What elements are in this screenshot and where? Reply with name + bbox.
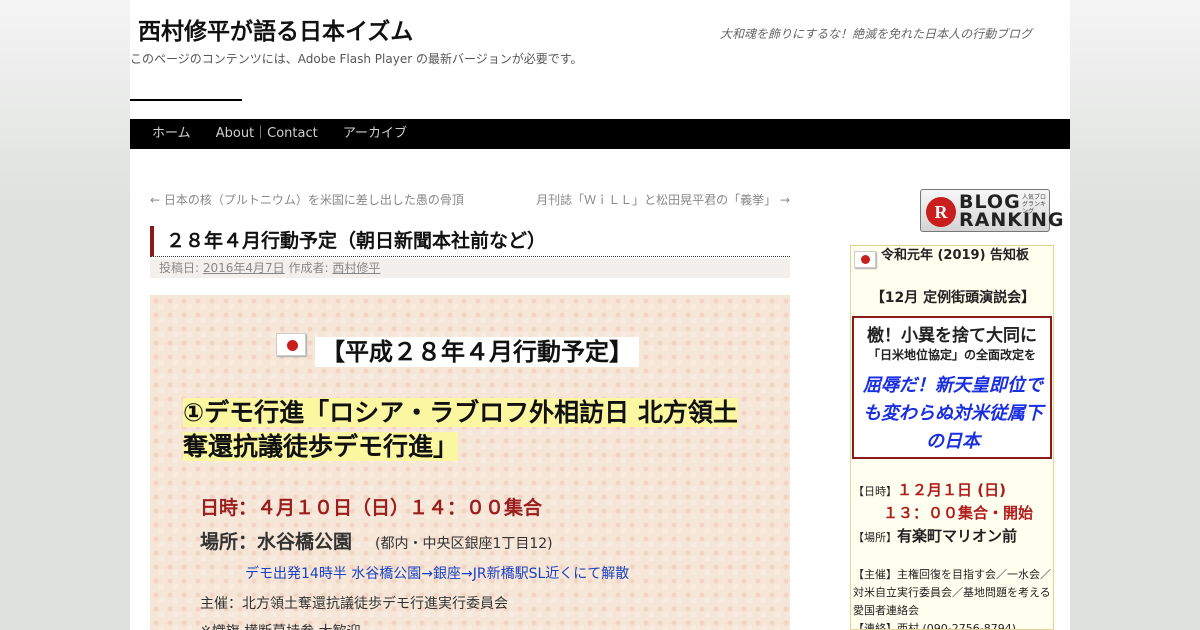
notice-contact: 【連絡】西村 (090-2756-8794) xyxy=(853,622,1017,630)
notice-time: １３：００集合・開始 xyxy=(883,504,1034,522)
nav-home[interactable]: ホーム xyxy=(152,119,191,149)
ranking-logo-icon: R xyxy=(926,197,956,227)
flyer-demo-title: ①デモ行進「ロシア・ラブロフ外相訪日 北方領土奪還抗議徒歩デモ行進」 xyxy=(183,396,753,464)
next-post-link[interactable]: 月刊誌「ＷｉＬＬ」と松田晃平君の「義挙」 → xyxy=(536,191,790,208)
author-link[interactable]: 西村修平 xyxy=(332,261,380,275)
notice-organizers: 【主催】主権回復を目指す会／一水会／対米自立実行委員会／基地問題を考える愛国者連… xyxy=(853,568,1051,617)
main-nav: ホーム About｜Contact アーカイブ xyxy=(130,119,1070,149)
page-container: 西村修平が語る日本イズム 大和魂を飾りにするな！絶滅を免れた日本人の行動ブログ … xyxy=(130,0,1070,630)
flash-player-message: このページのコンテンツには、Adobe Flash Player の最新バージョ… xyxy=(130,52,583,66)
notice-date-label: 【日時】 xyxy=(853,485,897,498)
slogan-line-1: 檄！小異を捨て大同に xyxy=(867,326,1037,346)
post-date-link[interactable]: 2016年4月7日 xyxy=(203,261,285,275)
flyer-place: 場所：水谷橋公園 xyxy=(200,531,353,553)
notice-place: 【場所】有楽町マリオン前 xyxy=(853,525,1017,546)
entry-meta: 投稿日: 2016年4月7日 作成者: 西村修平 xyxy=(150,259,790,278)
notice-board: 令和元年 (2019) 告知板 【12月 定例街頭演説会】 檄！小異を捨て大同に… xyxy=(850,245,1054,630)
meta-posted-label: 投稿日: xyxy=(159,261,203,275)
meta-author-label: 作成者: xyxy=(284,261,333,275)
blog-ranking-banner[interactable]: R BLOG 人気ブログランキング RANKING xyxy=(920,189,1064,232)
flyer-place-address: (都内・中央区銀座1丁目12) xyxy=(375,536,553,552)
entry-title: ２８年４月行動予定（朝日新聞本社前など） xyxy=(150,226,790,257)
flyer-route: デモ出発14時半 水谷橋公園→銀座→JR新橋駅SL近くにて解散 xyxy=(245,566,630,582)
japan-flag-icon xyxy=(276,333,306,356)
notice-date: 【日時】１２月１日 (日) xyxy=(853,479,1006,500)
site-description: 大和魂を飾りにするな！絶滅を免れた日本人の行動ブログ xyxy=(720,27,1033,41)
notice-subtitle: 【12月 定例街頭演説会】 xyxy=(870,290,1036,306)
slogan-line-2: 「日米地位協定」の全面改定を xyxy=(867,348,1036,362)
nav-archive[interactable]: アーカイブ xyxy=(343,119,407,149)
nav-about-contact[interactable]: About｜Contact xyxy=(216,119,318,149)
flyer-note: ※幟旗 横断幕持参 大歓迎 xyxy=(200,621,361,630)
notice-place-value: 有楽町マリオン前 xyxy=(897,527,1018,545)
flyer-demo-title-text: ①デモ行進「ロシア・ラブロフ外相訪日 北方領土奪還抗議徒歩デモ行進」 xyxy=(183,398,738,461)
notice-place-label: 【場所】 xyxy=(853,531,897,544)
event-flyer-image: 【平成２８年４月行動予定】 ①デモ行進「ロシア・ラブロフ外相訪日 北方領土奪還抗… xyxy=(150,295,790,630)
ranking-text-ranking: RANKING xyxy=(959,209,1065,231)
prev-post-link[interactable]: ← 日本の核（プルトニウム）を米国に差し出した愚の骨頂 xyxy=(150,191,464,208)
site-title[interactable]: 西村修平が語る日本イズム xyxy=(138,12,413,46)
flyer-host: 主催：北方領土奪還抗議徒歩デモ行進実行委員会 xyxy=(200,596,508,612)
notice-slogan-box: 檄！小異を捨て大同に 「日米地位協定」の全面改定を 屈辱だ！新天皇即位でも変わら… xyxy=(852,316,1052,459)
notice-date-value: １２月１日 (日) xyxy=(897,481,1006,499)
flyer-heading: 【平成２８年４月行動予定】 xyxy=(315,337,639,367)
flyer-date: 日時：４月１０日（日）１４：００集合 xyxy=(200,497,543,519)
slogan-line-3: 屈辱だ！新天皇即位でも変わらぬ対米従属下の日本 xyxy=(863,375,1043,452)
header-divider xyxy=(130,99,242,101)
notice-title: 令和元年 (2019) 告知板 xyxy=(880,248,1030,263)
